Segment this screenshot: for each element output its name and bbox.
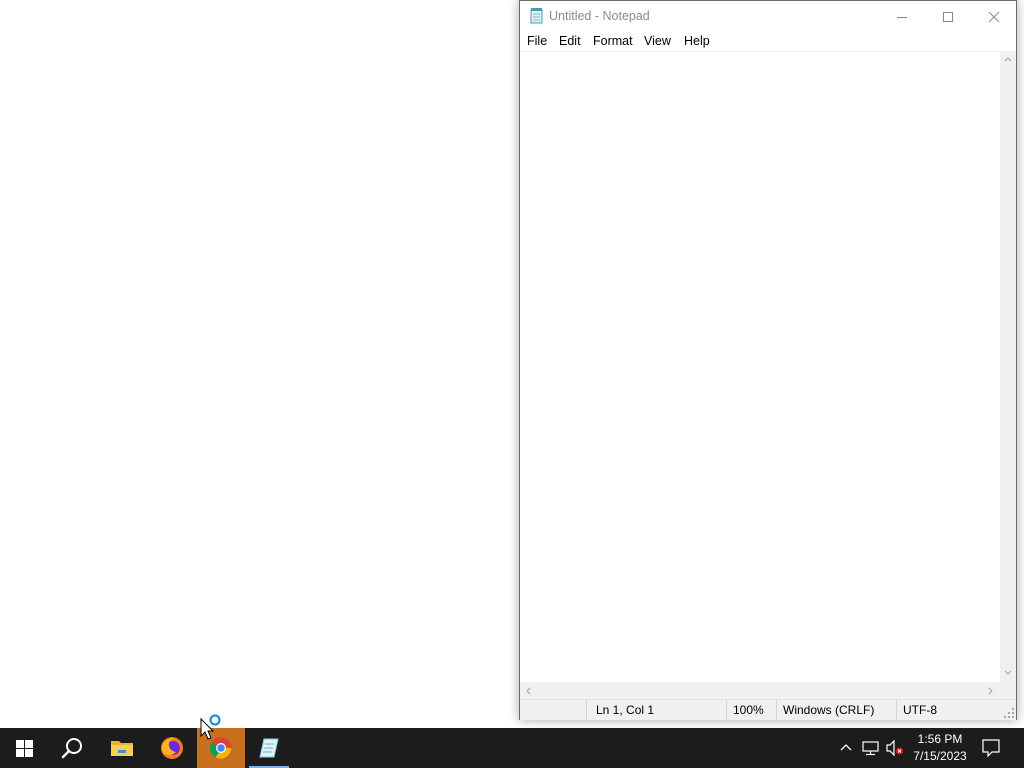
scrollbar-corner (1000, 682, 1016, 699)
line-ending: Windows (CRLF) (783, 703, 875, 717)
encoding: UTF-8 (903, 703, 937, 717)
menu-file[interactable]: File (527, 34, 547, 48)
menu-help[interactable]: Help (684, 34, 710, 48)
status-bar: Ln 1, Col 1 100% Windows (CRLF) UTF-8 (520, 699, 1016, 720)
minimize-icon (897, 16, 907, 18)
status-divider (726, 700, 727, 720)
maximize-icon (943, 11, 953, 22)
notepad-icon (259, 738, 279, 758)
zoom-level: 100% (733, 703, 764, 717)
search-button[interactable] (48, 728, 96, 768)
clock-date: 7/15/2023 (913, 749, 967, 763)
maximize-button[interactable] (925, 1, 971, 32)
scroll-down-icon[interactable] (1004, 670, 1012, 676)
scroll-right-icon[interactable] (988, 687, 994, 695)
mouse-pointer-icon (200, 714, 221, 740)
start-button[interactable] (0, 728, 48, 768)
menu-edit[interactable]: Edit (559, 34, 581, 48)
status-divider (896, 700, 897, 720)
minimize-button[interactable] (879, 1, 925, 32)
title-bar[interactable]: Untitled - Notepad (520, 1, 1016, 32)
notifications-icon[interactable] (982, 739, 1000, 757)
chevron-up-icon[interactable] (840, 743, 852, 751)
clock-time: 1:56 PM (917, 732, 963, 746)
firefox-icon (161, 737, 183, 759)
network-icon[interactable] (862, 740, 879, 756)
menu-format[interactable]: Format (593, 34, 633, 48)
volume-muted-icon[interactable] (886, 740, 904, 756)
scroll-left-icon[interactable] (525, 687, 531, 695)
status-divider (586, 700, 587, 720)
start-icon (15, 739, 33, 757)
close-button[interactable] (971, 1, 1017, 32)
resize-grip-icon[interactable] (1004, 708, 1014, 718)
notepad-window: Untitled - Notepad File Edit Format View… (519, 0, 1017, 720)
menu-view[interactable]: View (644, 34, 671, 48)
taskbar: 1:56 PM 7/15/2023 (0, 728, 1024, 768)
text-editor-area[interactable] (520, 51, 1000, 683)
horizontal-scrollbar[interactable] (520, 682, 1000, 699)
cursor-position: Ln 1, Col 1 (596, 703, 655, 717)
notepad-taskbar-button[interactable] (245, 728, 293, 768)
vertical-scrollbar[interactable] (1000, 51, 1016, 682)
file-explorer-button[interactable] (98, 728, 146, 768)
system-clock[interactable]: 1:56 PM 7/15/2023 (908, 731, 972, 765)
menu-bar: File Edit Format View Help (520, 32, 1016, 51)
file-explorer-icon (111, 741, 133, 756)
status-divider (776, 700, 777, 720)
notepad-app-icon (529, 8, 544, 24)
window-title: Untitled - Notepad (549, 9, 650, 23)
firefox-button[interactable] (148, 728, 196, 768)
close-icon (988, 11, 1000, 22)
search-icon (61, 738, 82, 759)
scroll-up-icon[interactable] (1004, 56, 1012, 62)
